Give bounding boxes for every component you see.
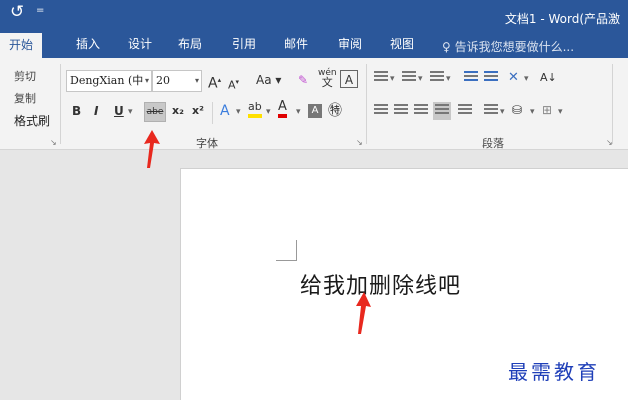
copy-button[interactable]: 复制 bbox=[14, 90, 36, 106]
font-launcher-icon[interactable]: ↘ bbox=[356, 138, 363, 147]
shading-icon[interactable]: ⛁ bbox=[512, 101, 522, 119]
font-group-label: 字体 bbox=[196, 137, 218, 150]
chevron-down-icon[interactable]: ▾ bbox=[236, 103, 241, 121]
chevron-down-icon[interactable]: ▾ bbox=[390, 70, 395, 88]
quick-access-more-icon[interactable]: = bbox=[36, 4, 44, 18]
group-divider bbox=[60, 64, 61, 144]
font-size-combobox[interactable]: 20 ▾ bbox=[152, 70, 202, 92]
sort-button[interactable]: A↓ bbox=[540, 69, 557, 87]
distributed-icon[interactable] bbox=[458, 104, 472, 118]
change-case-button[interactable]: Aa ▾ bbox=[256, 71, 281, 89]
chevron-down-icon[interactable]: ▾ bbox=[446, 70, 451, 88]
line-spacing-icon[interactable] bbox=[484, 104, 498, 118]
chevron-down-icon[interactable]: ▾ bbox=[558, 103, 563, 121]
character-border-button[interactable]: A bbox=[340, 70, 358, 88]
chevron-down-icon[interactable]: ▾ bbox=[145, 71, 149, 91]
italic-button[interactable]: I bbox=[94, 102, 98, 120]
decrease-indent-icon[interactable] bbox=[464, 71, 478, 85]
tab-view[interactable]: 视图 bbox=[390, 36, 414, 52]
undo-icon[interactable]: ↺ bbox=[10, 2, 24, 22]
chinese-layout-icon[interactable]: ✕ bbox=[508, 69, 519, 87]
chevron-down-icon[interactable]: ▾ bbox=[500, 103, 505, 121]
tell-me-search[interactable]: ♀ 告诉我您想要做什么... bbox=[442, 38, 574, 55]
phonetic-guide-button[interactable]: wén 文 bbox=[318, 68, 337, 89]
font-size-value: 20 bbox=[156, 74, 170, 87]
tab-insert[interactable]: 插入 bbox=[76, 36, 100, 52]
divider bbox=[212, 102, 213, 124]
borders-icon[interactable]: ⊞ bbox=[542, 101, 552, 119]
chevron-down-icon[interactable]: ▾ bbox=[296, 103, 301, 121]
margin-corner-mark bbox=[276, 240, 297, 261]
title-bar: ↺ = 文档1 - Word(产品激 bbox=[0, 0, 628, 30]
shrink-font-button[interactable]: A▾ bbox=[228, 73, 239, 95]
increase-indent-icon[interactable] bbox=[484, 71, 498, 85]
tab-references[interactable]: 引用 bbox=[232, 36, 256, 52]
subscript-button[interactable]: x₂ bbox=[172, 102, 184, 120]
grow-font-button[interactable]: A▴ bbox=[208, 71, 221, 93]
superscript-button[interactable]: x² bbox=[192, 102, 204, 120]
chevron-down-icon[interactable]: ▾ bbox=[524, 70, 529, 88]
character-shading-button[interactable]: A bbox=[308, 104, 322, 118]
chevron-down-icon[interactable]: ▾ bbox=[266, 103, 271, 121]
arrow-up-icon bbox=[144, 130, 160, 168]
align-right-icon[interactable] bbox=[414, 104, 428, 118]
chevron-down-icon[interactable]: ▾ bbox=[195, 71, 199, 91]
arrow-up-icon bbox=[356, 292, 371, 334]
multilevel-list-icon[interactable] bbox=[430, 71, 444, 85]
highlight-color-button[interactable]: ab bbox=[248, 100, 262, 118]
ribbon-tabs: 开始 插入 设计 布局 引用 邮件 审阅 视图 ♀ 告诉我您想要做什么... bbox=[0, 30, 628, 58]
cut-button[interactable]: 剪切 bbox=[14, 68, 36, 84]
tab-mailings[interactable]: 邮件 bbox=[284, 36, 308, 52]
align-center-icon[interactable] bbox=[394, 104, 408, 118]
ribbon: 剪切 复制 格式刷 ↘ DengXian (中 ▾ 20 ▾ A▴ A▾ Aa … bbox=[0, 58, 628, 150]
chevron-down-icon[interactable]: ▾ bbox=[530, 103, 535, 121]
tab-design[interactable]: 设计 bbox=[128, 36, 152, 52]
numbering-icon[interactable] bbox=[402, 71, 416, 85]
document-text[interactable]: 给我加删除线吧 bbox=[300, 268, 461, 300]
underline-button[interactable]: U bbox=[114, 102, 124, 120]
group-divider bbox=[366, 64, 367, 144]
font-name-value: DengXian (中 bbox=[70, 74, 144, 87]
align-left-icon[interactable] bbox=[374, 104, 388, 118]
window-title: 文档1 - Word(产品激 bbox=[504, 12, 620, 26]
chevron-down-icon[interactable]: ▾ bbox=[418, 70, 423, 88]
font-name-combobox[interactable]: DengXian (中 ▾ bbox=[66, 70, 152, 92]
bullets-icon[interactable] bbox=[374, 71, 388, 85]
font-color-button[interactable]: A bbox=[278, 100, 287, 118]
tab-review[interactable]: 审阅 bbox=[338, 36, 362, 52]
tab-layout[interactable]: 布局 bbox=[178, 36, 202, 52]
tab-home[interactable]: 开始 bbox=[0, 33, 43, 58]
clipboard-launcher-icon[interactable]: ↘ bbox=[50, 138, 57, 147]
paragraph-group-label: 段落 bbox=[482, 137, 504, 150]
format-painter-button[interactable]: 格式刷 bbox=[14, 112, 50, 129]
enclose-characters-button[interactable]: ㊕ bbox=[328, 102, 342, 120]
group-divider bbox=[612, 64, 613, 144]
bold-button[interactable]: B bbox=[72, 102, 81, 120]
text-effects-button[interactable]: A bbox=[220, 102, 230, 120]
underline-dropdown-icon[interactable]: ▾ bbox=[128, 103, 133, 121]
justify-icon[interactable] bbox=[433, 102, 451, 120]
strikethrough-button[interactable]: abe bbox=[144, 102, 166, 122]
clear-formatting-icon[interactable]: ✎ bbox=[298, 71, 308, 89]
watermark-text: 最需教育 bbox=[508, 360, 600, 384]
